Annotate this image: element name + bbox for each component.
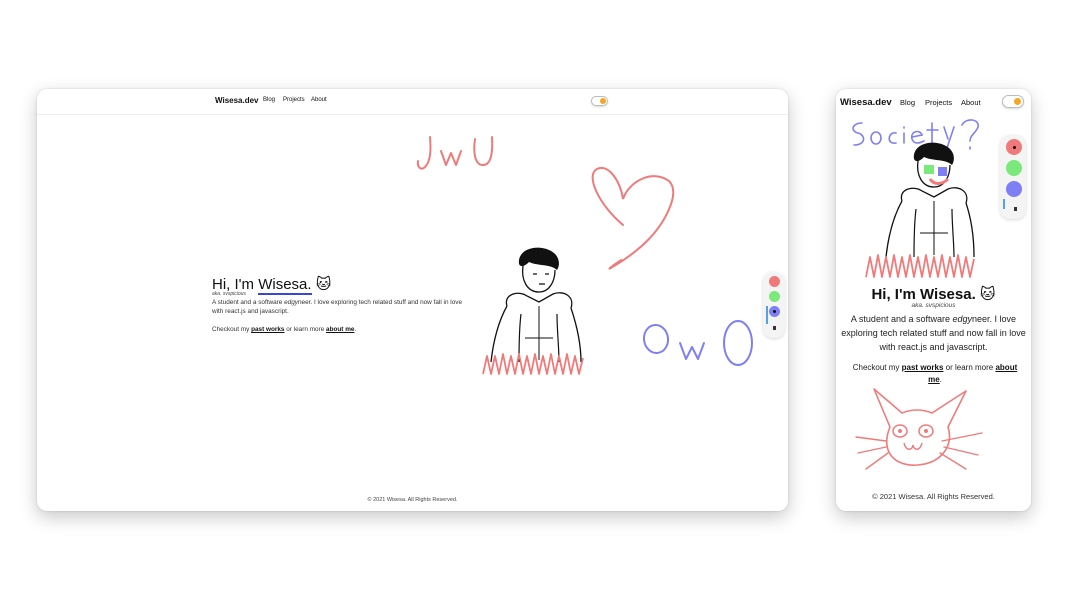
navbar: Wisesa.dev Blog Projects About — [37, 89, 788, 115]
drawing-palette — [1000, 135, 1026, 219]
color-swatch-red[interactable] — [769, 276, 780, 287]
hero-cta: Checkout my past works or learn more abo… — [846, 362, 1024, 386]
hero-description: A student and a software edgyneer. I lov… — [212, 298, 462, 316]
desc-text: A student and a software — [850, 314, 953, 324]
desktop-browser-window: Wisesa.dev Blog Projects About Hi, I'm W… — [37, 89, 788, 511]
doodle-cat — [855, 388, 983, 470]
theme-toggle[interactable] — [591, 96, 608, 106]
hero-heading: Hi, I'm Wisesa. 🐱 — [836, 285, 1031, 303]
hero-description: A student and a software edgyneer. I lov… — [841, 312, 1026, 354]
desc-text: A student and a software — [212, 299, 285, 306]
cta-text: Checkout my — [212, 326, 252, 333]
desc-emphasis: edgy — [952, 314, 973, 324]
brush-size-slider[interactable] — [1003, 199, 1005, 209]
color-swatch-green[interactable] — [769, 291, 780, 302]
cta-text: . — [354, 326, 357, 333]
hero-aka: aka. svspicious — [212, 291, 246, 297]
past-works-link[interactable]: past works — [902, 363, 944, 372]
cta-text: Checkout my — [852, 363, 902, 372]
hero-cta: Checkout my past works or learn more abo… — [212, 326, 356, 333]
hero-greeting: Hi, I'm Wisesa. — [871, 286, 976, 303]
footer: © 2021 Wisesa. All Rights Reserved. — [872, 492, 995, 501]
eraser-icon[interactable] — [1014, 207, 1017, 211]
hero-name: Wisesa. — [258, 276, 312, 295]
color-swatch-red[interactable] — [1006, 139, 1022, 155]
sun-icon — [1014, 98, 1021, 105]
drawing-palette — [763, 272, 785, 338]
avatar-illustration — [482, 247, 584, 375]
past-works-link[interactable]: past works — [251, 326, 284, 333]
hero-aka: aka. svspicious — [911, 302, 956, 309]
nav-link-blog[interactable]: Blog — [900, 98, 915, 107]
eraser-icon[interactable] — [773, 326, 776, 330]
doodle-owo — [642, 320, 753, 366]
nav-link-about[interactable]: About — [311, 97, 327, 103]
sun-icon — [600, 98, 606, 104]
avatar-illustration — [865, 142, 975, 278]
cta-text: . — [939, 375, 942, 384]
brush-size-slider[interactable] — [766, 306, 768, 324]
cta-text: or learn more — [943, 363, 996, 372]
cat-emoji-icon: 🐱 — [979, 286, 996, 303]
site-logo[interactable]: Wisesa.dev — [840, 97, 892, 108]
nav-link-projects[interactable]: Projects — [925, 98, 952, 107]
mobile-browser-window: Wisesa.dev Blog Projects About Hi, I'm W… — [836, 89, 1031, 511]
nav-link-about[interactable]: About — [961, 98, 981, 107]
doodle-jwu — [416, 136, 494, 170]
color-swatch-blue[interactable] — [1006, 181, 1022, 197]
theme-toggle[interactable] — [1002, 95, 1024, 108]
nav-link-projects[interactable]: Projects — [283, 97, 305, 103]
desc-emphasis: edgy — [284, 299, 298, 306]
doodle-heart — [591, 166, 675, 270]
cat-emoji-icon: 🐱 — [315, 276, 332, 293]
nav-link-blog[interactable]: Blog — [263, 97, 275, 103]
cta-text: or learn more — [284, 326, 327, 333]
footer: © 2021 Wisesa. All Rights Reserved. — [367, 497, 458, 503]
color-swatch-blue[interactable] — [769, 306, 780, 317]
site-logo[interactable]: Wisesa.dev — [215, 96, 259, 105]
color-swatch-green[interactable] — [1006, 160, 1022, 176]
about-me-link[interactable]: about me — [326, 326, 354, 333]
